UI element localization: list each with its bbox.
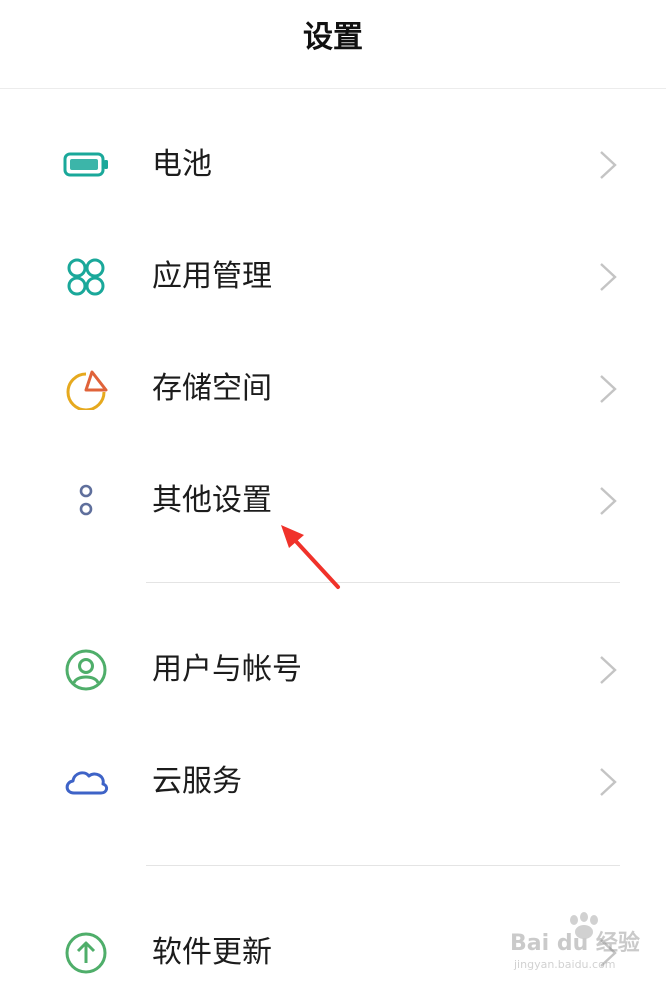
- settings-item-label: 存储空间: [152, 371, 272, 406]
- settings-item-label: 电池: [152, 147, 212, 182]
- watermark-url: jingyan.baidu.com: [513, 958, 616, 971]
- storage-pie-icon: [66, 370, 108, 410]
- chevron-right-icon: [600, 656, 617, 684]
- chevron-right-icon: [600, 375, 617, 403]
- cloud-icon: [65, 771, 109, 795]
- battery-icon: [63, 152, 108, 177]
- settings-item-cloud-service[interactable]: 云服务: [0, 731, 666, 831]
- settings-item-label: 应用管理: [152, 259, 272, 294]
- chevron-right-icon: [600, 768, 617, 796]
- settings-item-label: 其他设置: [152, 483, 272, 518]
- user-account-icon: [65, 649, 107, 691]
- settings-item-user-accounts[interactable]: 用户与帐号: [0, 619, 666, 719]
- apps-grid-icon: [67, 258, 105, 296]
- settings-item-label: 软件更新: [152, 935, 272, 970]
- chevron-right-icon: [600, 263, 617, 291]
- page-title: 设置: [303, 20, 363, 55]
- chevron-right-icon: [600, 151, 617, 179]
- section-divider: [146, 865, 620, 866]
- settings-item-app-management[interactable]: 应用管理: [0, 226, 666, 326]
- settings-item-label: 用户与帐号: [152, 652, 302, 687]
- settings-item-storage[interactable]: 存储空间: [0, 338, 666, 438]
- chevron-right-icon: [600, 487, 617, 515]
- settings-item-battery[interactable]: 电池: [0, 114, 666, 214]
- update-arrow-icon: [65, 932, 107, 974]
- annotation-arrow: [281, 525, 340, 589]
- title-bar: 设置: [0, 0, 666, 89]
- settings-item-label: 云服务: [152, 764, 242, 799]
- more-dots-icon: [79, 484, 93, 516]
- watermark-brand: Bai du 经验: [510, 930, 640, 956]
- baidu-watermark-logo: Bai du 经验 jingyan.baidu.com: [510, 912, 640, 971]
- section-divider: [146, 582, 620, 583]
